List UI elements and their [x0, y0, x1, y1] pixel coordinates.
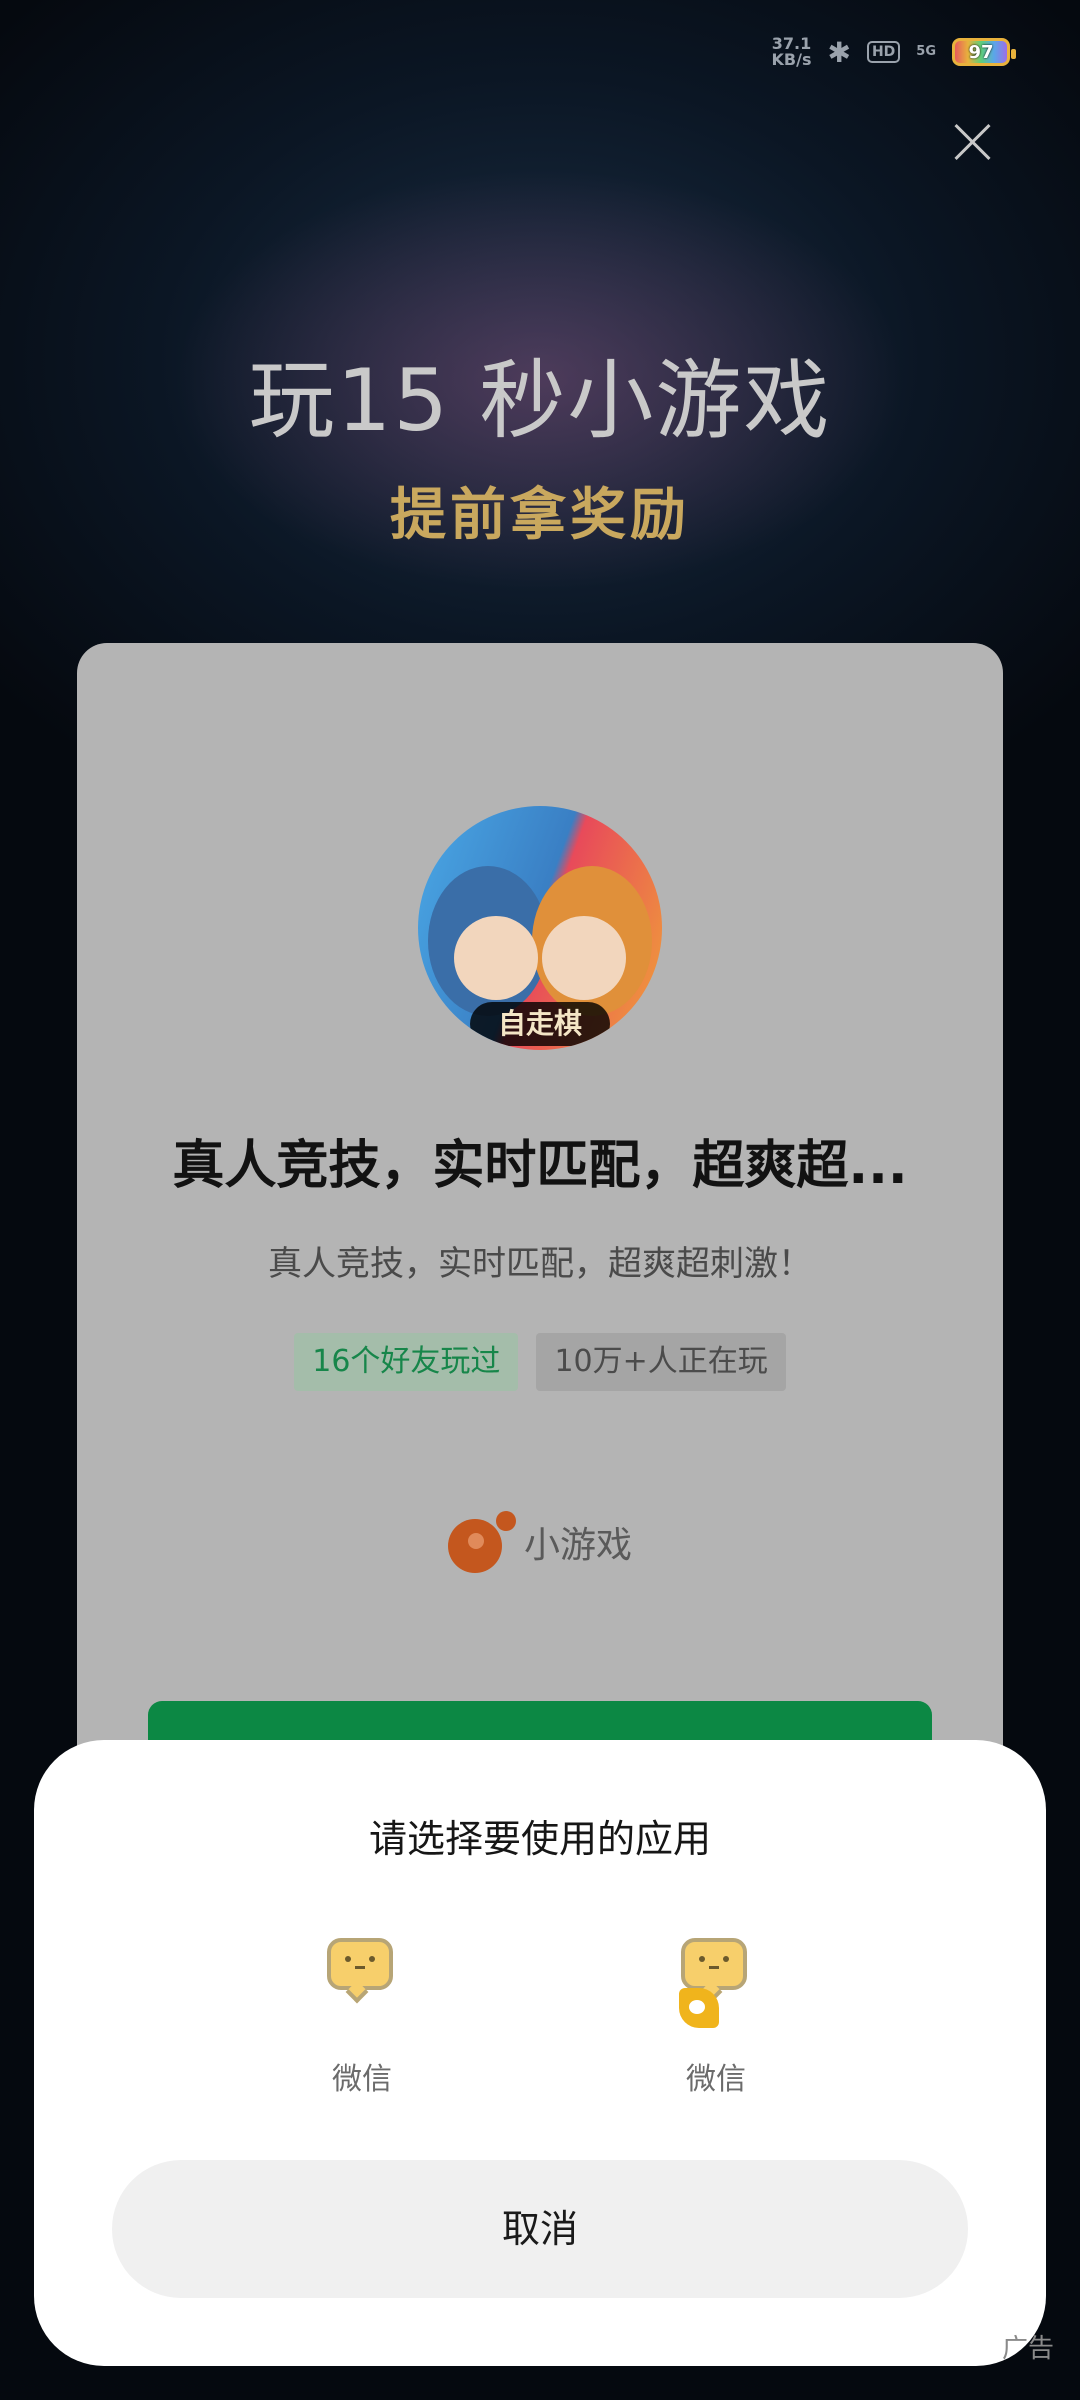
mini-game-logo-icon [447, 1511, 516, 1573]
dual-app-badge-icon [679, 1988, 719, 2028]
app-chooser-sheet: 请选择要使用的应用 微信 微信 取消 [34, 1740, 1046, 2366]
wechat-clone-icon [679, 1938, 753, 2028]
cancel-button[interactable]: 取消 [112, 2160, 968, 2298]
app-option-wechat-clone[interactable]: 微信 [636, 1938, 796, 2098]
character-left-face [454, 916, 538, 1000]
wechat-icon [325, 1938, 399, 2004]
speed-unit: KB/s [771, 50, 812, 69]
network-speed: 37.1 KB/s [772, 36, 812, 68]
friends-played-tag: 16个好友玩过 [294, 1333, 519, 1391]
ad-label: 广告 [1001, 2334, 1054, 2364]
battery-icon: 97 [952, 38, 1016, 66]
brand-label: 小游戏 [523, 1525, 632, 1566]
sheet-title: 请选择要使用的应用 [368, 1817, 711, 1861]
game-icon-label: 自走棋 [470, 1002, 610, 1046]
app-label: 微信 [686, 2062, 746, 2097]
app-label: 微信 [332, 2062, 392, 2097]
players-count-tag: 10万+人正在玩 [536, 1333, 786, 1391]
character-right-face [542, 916, 626, 1000]
app-option-wechat[interactable]: 微信 [282, 1938, 442, 2098]
page-subtitle: 提前拿奖励 [390, 483, 690, 548]
close-icon[interactable] [950, 120, 994, 164]
bluetooth-icon: ✱ [827, 35, 851, 69]
status-bar: 37.1 KB/s ✱ HD 5G 97 [772, 30, 1016, 74]
hd-icon: HD [866, 41, 901, 63]
game-description: 真人竞技，实时匹配，超爽超刺激！ [268, 1244, 812, 1284]
battery-level: 97 [968, 41, 994, 63]
game-avatar[interactable]: 自走棋 [418, 806, 662, 1050]
game-title: 真人竞技，实时匹配，超爽超... [172, 1136, 908, 1196]
mini-game-brand: 小游戏 [77, 1511, 1003, 1573]
signal-icon: 5G [916, 44, 936, 59]
page-title: 玩15 秒小游戏 [248, 351, 832, 451]
tag-list: 16个好友玩过 10万+人正在玩 [77, 1333, 1003, 1391]
